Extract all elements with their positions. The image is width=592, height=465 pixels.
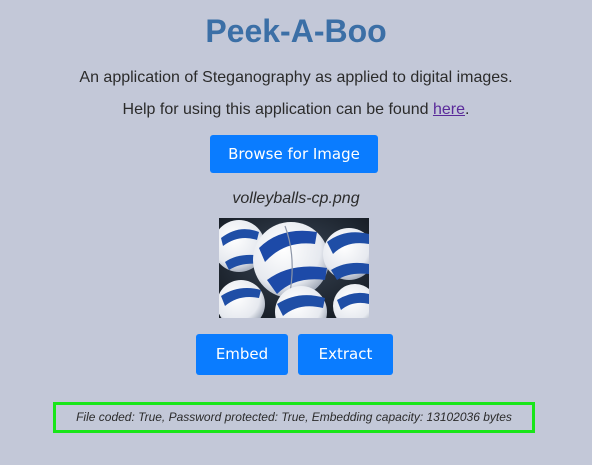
help-suffix: .: [465, 101, 470, 118]
help-line: Help for using this application can be f…: [0, 100, 592, 120]
help-text: Help for using this application can be f…: [122, 101, 433, 118]
image-preview: [219, 218, 369, 318]
status-message: File coded: True, Password protected: Tr…: [53, 402, 535, 433]
page-title: Peek-A-Boo: [205, 13, 387, 49]
embed-button[interactable]: Embed: [196, 334, 288, 375]
help-link[interactable]: here: [433, 101, 465, 118]
extract-button[interactable]: Extract: [298, 334, 393, 375]
volleyballs-image: [219, 218, 369, 318]
app-description: An application of Steganography as appli…: [79, 69, 513, 86]
browse-image-button[interactable]: Browse for Image: [210, 135, 378, 173]
file-name: volleyballs-cp.png: [232, 190, 360, 207]
app-page: Peek-A-Boo An application of Steganograp…: [0, 0, 592, 465]
